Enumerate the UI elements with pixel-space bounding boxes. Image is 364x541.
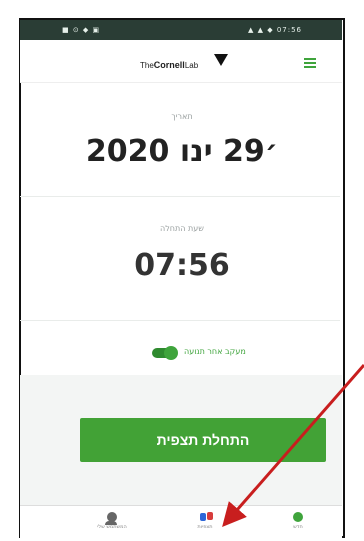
date-value[interactable]: 2020 ׳29 ינו [0,134,364,169]
track-toggle-label: מעקב אחר תנועה [184,347,246,356]
brand-suffix: Lab [184,61,199,70]
observations-icon [200,512,213,522]
track-toggle-row: מעקב אחר תנועה [0,344,364,362]
divider [20,320,340,321]
track-toggle[interactable] [152,346,178,360]
bird-icon [214,54,228,66]
nav-item-observations[interactable]: תצפיות [165,512,245,530]
status-right: ▲ ▲ ◆ 07:56 [248,26,302,34]
nav-item-new[interactable]: חדש [258,512,338,530]
brand-prefix: The [140,61,154,70]
start-observation-button[interactable]: התחלת תצפית [80,418,326,462]
time-label: שעת התחלה [160,224,204,233]
toggle-knob [164,346,178,360]
nav-item-label: חדש [293,524,303,530]
new-observation-icon [293,512,303,522]
menu-icon[interactable] [304,58,316,68]
bottom-nav: המשתמש שלי תצפיות חדש [20,505,342,539]
status-left: ■ ⊙ ◆ ▣ [62,26,101,34]
top-bar: TheCornellLab [20,40,342,83]
status-bar: ■ ⊙ ◆ ▣ ▲ ▲ ◆ 07:56 [20,20,342,40]
brand-logo: TheCornellLab [140,60,198,70]
nav-item-profile[interactable]: המשתמש שלי [72,512,152,530]
brand-name: Cornell [153,60,185,70]
time-value[interactable]: 07:56 [0,248,364,283]
divider [20,196,340,197]
date-label: תאריך [171,112,193,121]
profile-icon [105,512,117,525]
nav-item-label: תצפיות [197,524,213,530]
